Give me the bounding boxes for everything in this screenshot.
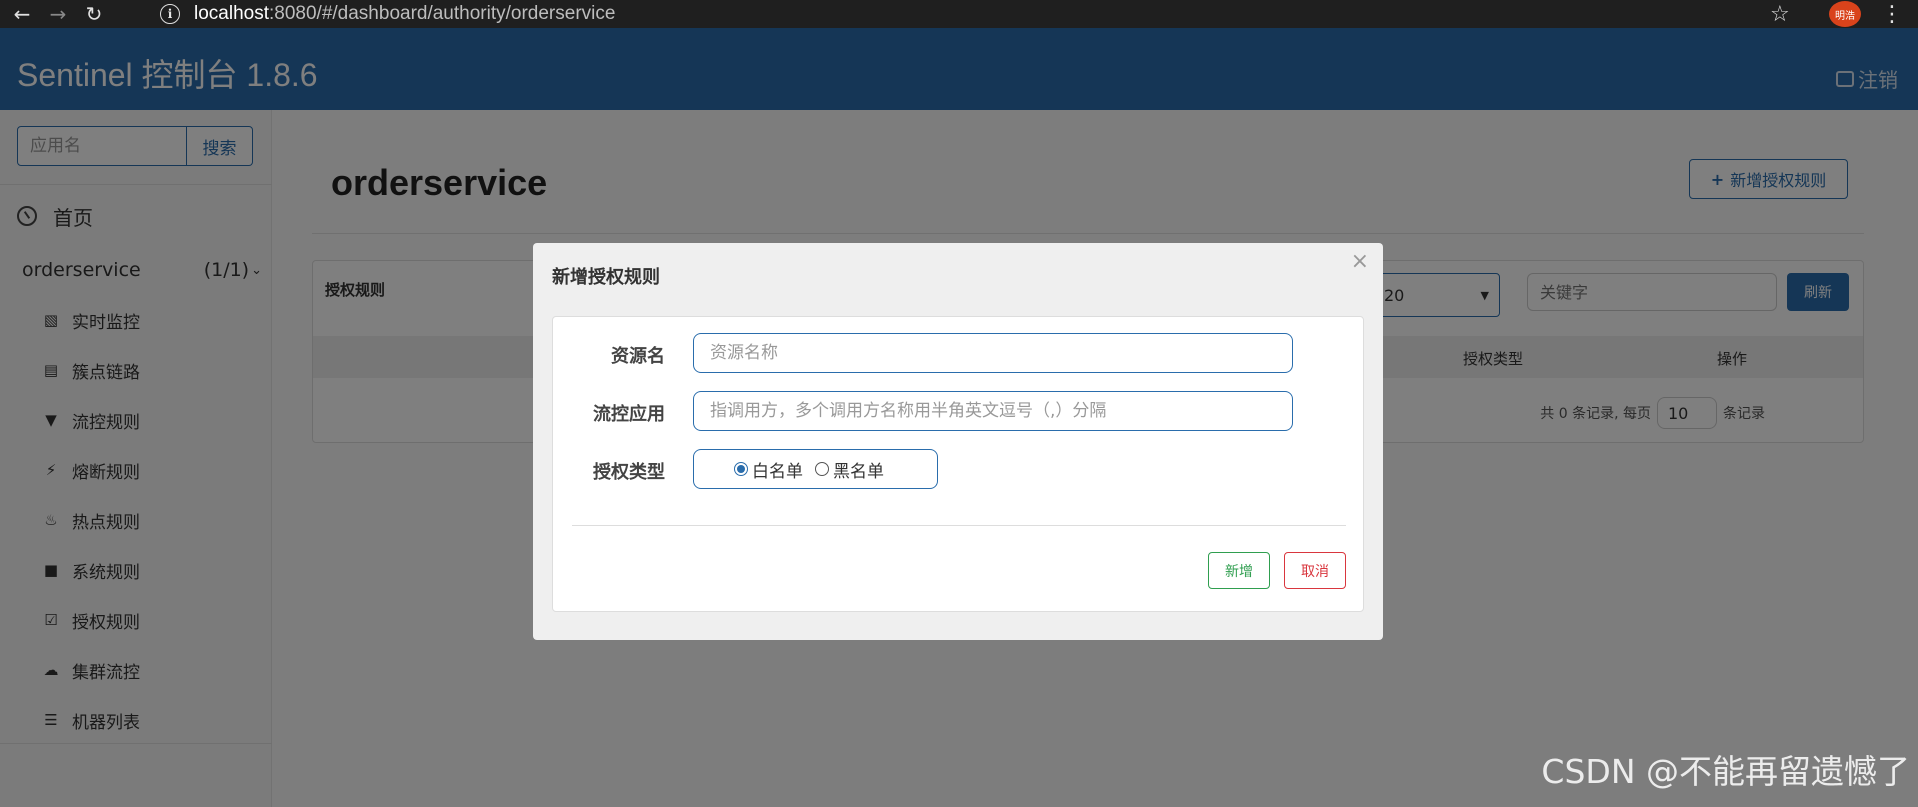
radio-checked-icon[interactable] (734, 462, 748, 476)
url-text: localhost:8080/#/dashboard/authority/ord… (194, 3, 616, 24)
limit-app-input[interactable] (693, 391, 1293, 431)
resource-label: 资源名 (611, 346, 665, 367)
forward-icon[interactable]: → (44, 0, 72, 28)
strategy-label: 授权类型 (593, 462, 665, 483)
limit-app-label: 流控应用 (593, 404, 665, 425)
strategy-row: 授权类型 白名单 黑名单 (553, 449, 1365, 489)
radio-label: 黑名单 (833, 461, 884, 482)
strategy-radio-group: 白名单 黑名单 (693, 449, 938, 489)
browser-menu-icon[interactable]: ⋮ (1880, 0, 1904, 28)
watermark-text: CSDN @不能再留遗憾了 (1541, 752, 1910, 791)
dialog-form: 资源名 流控应用 授权类型 白名单 黑名单 新增 取消 (552, 316, 1364, 612)
submit-add-button[interactable]: 新增 (1208, 552, 1270, 589)
address-bar[interactable]: i localhost:8080/#/dashboard/authority/o… (150, 0, 1770, 28)
radio-unchecked-icon[interactable] (815, 462, 829, 476)
resource-row: 资源名 (553, 333, 1365, 373)
site-info-icon[interactable]: i (160, 4, 180, 24)
radio-whitelist[interactable]: 白名单 (734, 457, 803, 482)
radio-blacklist[interactable]: 黑名单 (815, 457, 884, 482)
close-icon[interactable]: × (1351, 249, 1369, 274)
dialog-title: 新增授权规则 (552, 267, 660, 288)
browser-toolbar: ← → ↻ i localhost:8080/#/dashboard/autho… (0, 0, 1918, 28)
reload-icon[interactable]: ↻ (80, 0, 108, 28)
radio-label: 白名单 (752, 461, 803, 482)
back-icon[interactable]: ← (8, 0, 36, 28)
profile-avatar[interactable]: 明浩 (1829, 1, 1861, 27)
bookmark-star-icon[interactable]: ☆ (1770, 0, 1790, 28)
form-divider (572, 525, 1346, 526)
cancel-button[interactable]: 取消 (1284, 552, 1346, 589)
add-authority-rule-dialog: 新增授权规则 × 资源名 流控应用 授权类型 白名单 黑名单 新 (533, 243, 1383, 640)
resource-name-input[interactable] (693, 333, 1293, 373)
limit-app-row: 流控应用 (553, 391, 1365, 431)
